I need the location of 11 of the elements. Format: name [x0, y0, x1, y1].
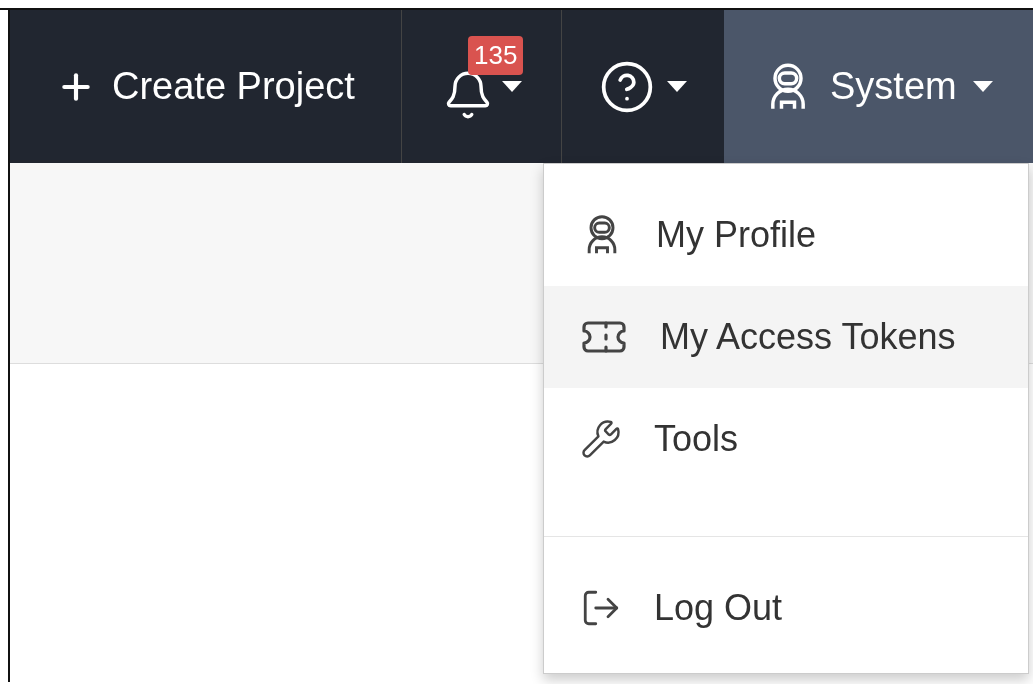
caret-icon	[667, 81, 687, 92]
caret-icon	[972, 81, 993, 92]
notification-count: 135	[468, 36, 524, 75]
menu-item[interactable]: My Profile	[544, 184, 1028, 286]
menu-item[interactable]: Tools	[544, 388, 1028, 490]
menu-item[interactable]: My Access Tokens	[544, 286, 1028, 388]
wrench-icon	[580, 418, 622, 460]
caret-icon	[501, 81, 522, 92]
user-menu-button[interactable]: System	[724, 10, 1033, 163]
notifications-button[interactable]: 135	[402, 10, 562, 163]
menu-item[interactable]: Log Out	[544, 557, 1028, 659]
